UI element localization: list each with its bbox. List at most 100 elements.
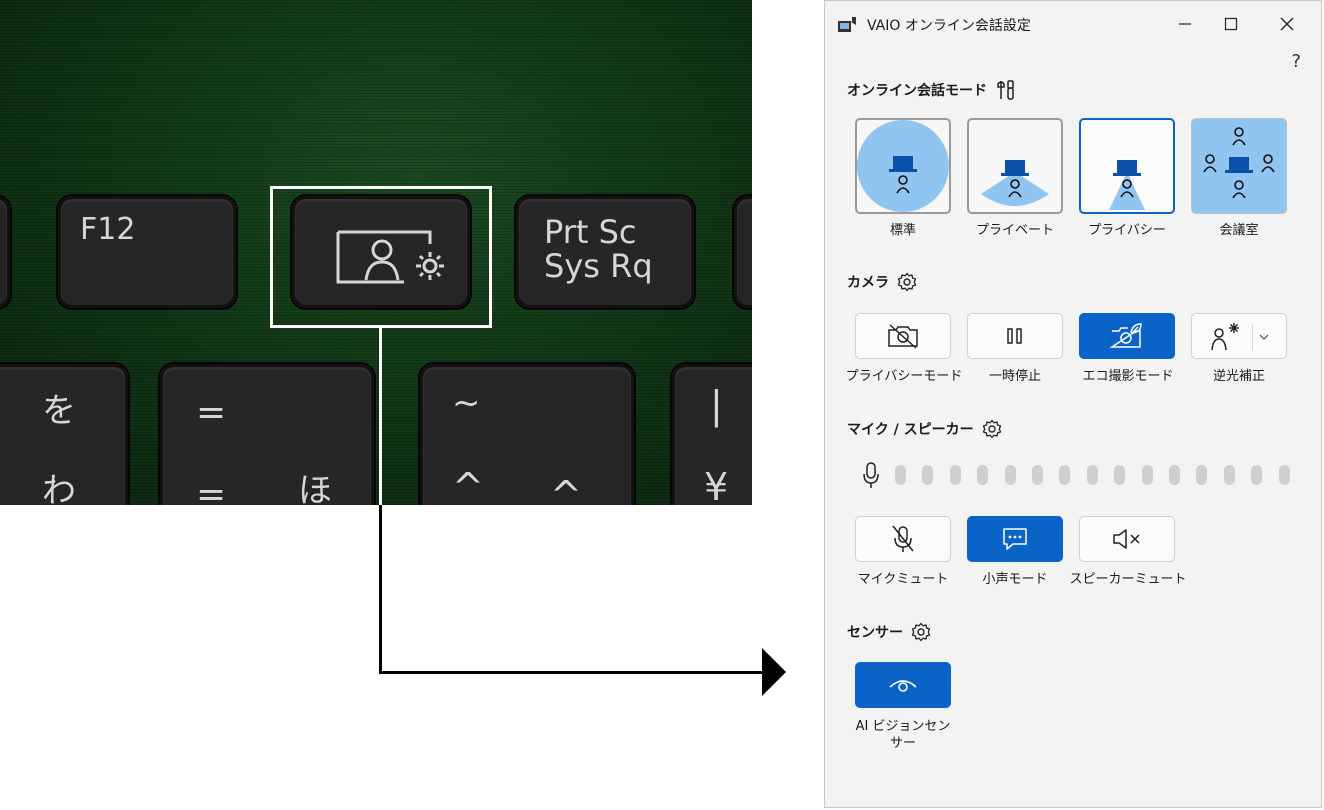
mic-level-segment — [977, 465, 989, 485]
backlight-divider — [1252, 324, 1253, 350]
mic-section-title: マイク / スピーカー — [847, 419, 1002, 439]
camera-eco-mode-button[interactable] — [1079, 313, 1175, 359]
key-hat-label: ^ — [550, 473, 582, 505]
mic-level-segment — [1196, 465, 1208, 485]
mic-mute-label: マイクミュート — [857, 572, 949, 587]
mic-level-segment — [1114, 465, 1126, 485]
mic-level-segment — [1086, 465, 1098, 485]
standard-mode-icon — [857, 120, 949, 212]
key-prtsc-label: Prt Sc Sys Rq — [544, 213, 653, 285]
maximize-icon — [1224, 17, 1238, 31]
eco-camera-icon — [1109, 323, 1142, 348]
mic-level-segment — [922, 465, 934, 485]
key-equals: = = ほ — [160, 364, 374, 505]
key-wa-label: わ — [42, 471, 76, 505]
mode-title-text: オンライン会話モード — [847, 83, 987, 99]
mic-level-segment — [1059, 465, 1071, 485]
camera-eco-mode-label: エコ撮影モード — [1082, 369, 1174, 384]
key-caret: ~ ^ ^ — [420, 364, 634, 505]
backlight-icon — [1211, 323, 1239, 351]
key-minus-label: = — [196, 474, 227, 505]
key-ho-label: ほ — [298, 471, 332, 505]
mode-privacy-button[interactable] — [1079, 118, 1175, 214]
whisper-mode-button[interactable] — [967, 516, 1063, 562]
mic-level-segment — [1278, 465, 1290, 485]
key-wo-label: を — [42, 391, 76, 431]
eye-icon — [889, 680, 917, 692]
camera-backlight-button[interactable] — [1191, 313, 1287, 359]
connector-line-horizontal — [379, 671, 764, 674]
mic-off-icon — [892, 525, 914, 552]
camera-backlight-label: 逆光補正 — [1212, 369, 1265, 384]
privacy-mode-icon — [1109, 160, 1145, 210]
mode-standard-label: 標準 — [889, 223, 916, 238]
arrow-head — [762, 648, 786, 696]
mode-section-title: オンライン会話モード — [847, 79, 1017, 101]
mic-level-segment — [1004, 465, 1016, 485]
key-yen-label: ¥ — [704, 465, 729, 505]
app-icon — [838, 17, 856, 32]
key-partial-right — [734, 196, 752, 308]
speaker-mute-label: スピーカーミュート — [1069, 572, 1187, 587]
key-caret-label: ^ — [452, 465, 484, 505]
speaker-mute-button[interactable] — [1079, 516, 1175, 562]
sensor-title-text: センサー — [847, 625, 903, 641]
close-button[interactable] — [1267, 11, 1307, 37]
mic-level-segment — [1169, 465, 1180, 485]
mic-level-meter — [867, 463, 1297, 485]
camera-settings-gear-icon[interactable] — [897, 272, 917, 292]
mode-meeting-room-button[interactable] — [1191, 118, 1287, 214]
tools-icon[interactable] — [995, 79, 1017, 101]
camera-pause-label: 一時停止 — [988, 369, 1041, 384]
mic-level-segment — [1032, 465, 1043, 485]
camera-section-title: カメラ — [847, 272, 917, 292]
settings-window: VAIO オンライン会話設定 ? オンライン会話モード 標準 プライベート プラ… — [824, 0, 1322, 808]
chevron-down-icon[interactable] — [1259, 333, 1269, 341]
meeting-room-icon — [1203, 127, 1275, 199]
mode-standard-button[interactable] — [855, 118, 951, 214]
mic-level-segment — [1141, 465, 1153, 485]
pause-icon — [1007, 328, 1022, 344]
mic-level-segment — [949, 465, 961, 485]
key-tilde-label: ~ — [452, 383, 481, 423]
camera-title-text: カメラ — [847, 275, 889, 291]
ai-vision-sensor-label: AI ビジョンセン サー — [855, 719, 951, 751]
minimize-button[interactable] — [1165, 11, 1205, 37]
key-f12-label: F12 — [80, 212, 136, 247]
sensor-section-title: センサー — [847, 622, 931, 642]
mic-level-segment — [1223, 465, 1235, 485]
mode-private-button[interactable] — [967, 118, 1063, 214]
private-mode-icon — [981, 160, 1049, 206]
key-prtsc: Prt Sc Sys Rq — [516, 196, 694, 308]
keyboard-photo: F12 Prt Sc Sys Rq を わ = = ほ ~ ^ ^ | ¥ — [0, 0, 752, 505]
mic-title-text: マイク / スピーカー — [847, 422, 974, 438]
chat-icon — [1003, 528, 1027, 550]
camera-pause-button[interactable] — [967, 313, 1063, 359]
maximize-button[interactable] — [1211, 11, 1251, 37]
key-yen: | ¥ — [672, 364, 752, 505]
camera-off-icon — [888, 324, 918, 349]
key-pipe-label: | — [710, 383, 723, 427]
window-title: VAIO オンライン会話設定 — [867, 18, 1031, 34]
key-wo: を わ — [0, 364, 128, 505]
title-bar[interactable]: VAIO オンライン会話設定 — [825, 1, 1321, 47]
key-partial-left — [0, 196, 10, 308]
key-f12: F12 — [58, 196, 236, 308]
mode-meeting-room-label: 会議室 — [1219, 223, 1259, 238]
camera-privacy-mode-label: プライバシーモード — [845, 369, 963, 384]
camera-privacy-mode-button[interactable] — [855, 313, 951, 359]
help-button[interactable]: ? — [1291, 51, 1301, 72]
mode-private-label: プライベート — [975, 223, 1054, 238]
close-icon — [1280, 17, 1294, 31]
key-highlight-box — [270, 186, 492, 328]
connector-line-on-photo — [379, 328, 382, 505]
whisper-mode-label: 小声モード — [982, 572, 1048, 587]
key-equals-label: = — [196, 392, 227, 433]
mode-privacy-label: プライバシー — [1088, 223, 1166, 238]
mic-mute-button[interactable] — [855, 516, 951, 562]
sensor-settings-gear-icon[interactable] — [911, 622, 931, 642]
mic-settings-gear-icon[interactable] — [982, 419, 1002, 439]
mic-level-segment — [895, 465, 906, 485]
ai-vision-sensor-button[interactable] — [855, 662, 951, 708]
mic-level-segment — [1251, 465, 1263, 485]
